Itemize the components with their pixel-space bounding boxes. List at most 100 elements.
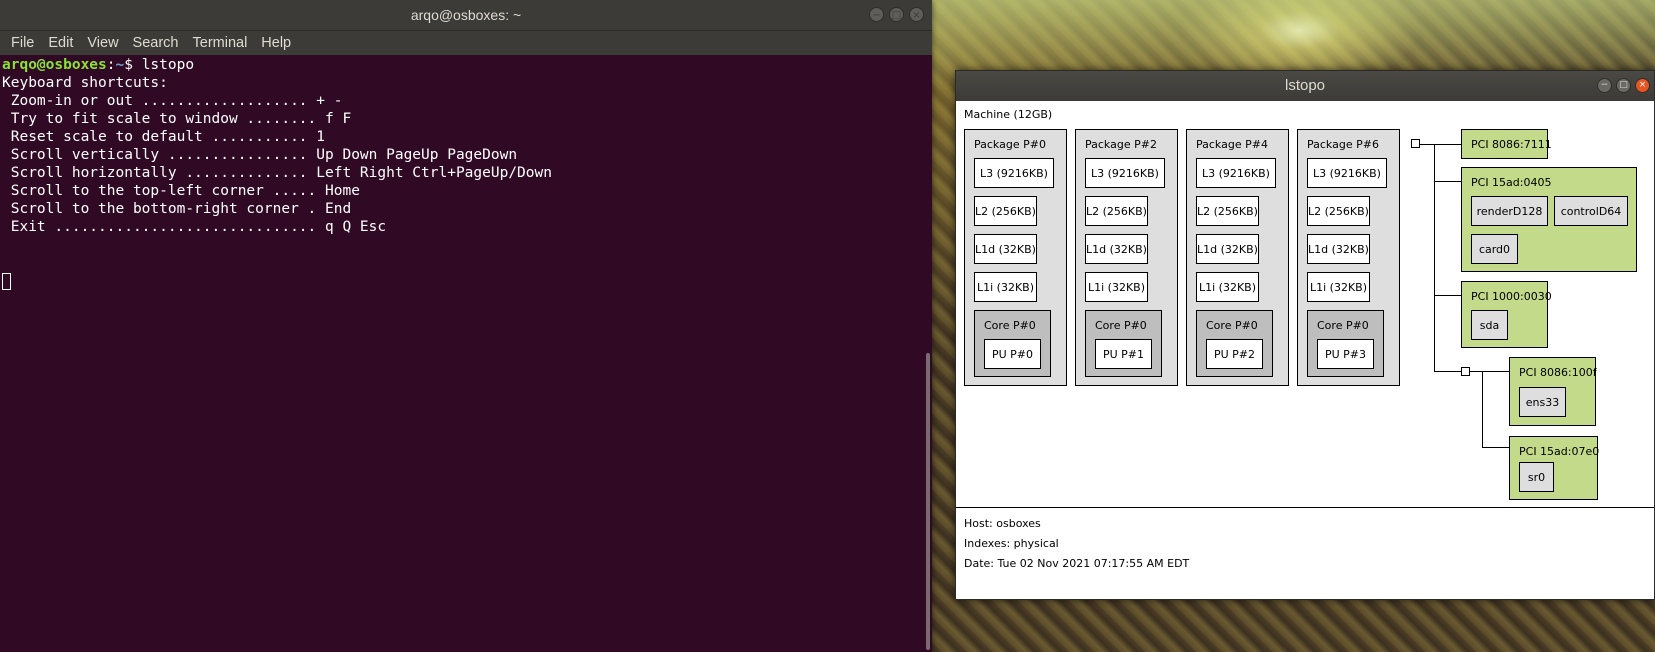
l1i-label: L1i (32KB) — [1309, 281, 1368, 294]
l1d-cache: L1d (32KB) — [1196, 234, 1259, 264]
core-box: Core P#0 PU P#1 — [1085, 310, 1162, 377]
bus-line — [1434, 371, 1461, 372]
output-line: Scroll to the bottom-right corner . End — [2, 201, 352, 217]
package-label: Package P#2 — [1085, 138, 1157, 151]
command-text: lstopo — [141, 57, 195, 73]
prompt-separator: : — [106, 57, 116, 73]
output-line: Exit .............................. q Q … — [2, 219, 387, 235]
pu-label: PU P#0 — [991, 348, 1034, 361]
l1i-label: L1i (32KB) — [976, 281, 1035, 294]
prompt-line: arqo@osboxes:~$ lstopo — [2, 56, 926, 74]
bus-line — [1482, 447, 1509, 448]
legend-indexes: Indexes: physical — [964, 537, 1059, 550]
os-device: controlD64 — [1554, 196, 1628, 226]
l1i-cache: L1i (32KB) — [974, 272, 1037, 302]
core-label: Core P#0 — [1317, 319, 1369, 332]
os-device: renderD128 — [1471, 196, 1548, 226]
l3-cache: L3 (9216KB) — [974, 158, 1054, 188]
prompt-path: ~ — [115, 57, 125, 73]
bus-line — [1434, 144, 1435, 371]
l1d-label: L1d (32KB) — [975, 243, 1036, 256]
os-device: sr0 — [1519, 462, 1554, 492]
l1i-cache: L1i (32KB) — [1085, 272, 1148, 302]
core-label: Core P#0 — [1095, 319, 1147, 332]
terminal-output[interactable]: arqo@osboxes:~$ lstopo Keyboard shortcuts… — [0, 55, 926, 652]
prompt-end: $ — [124, 57, 142, 73]
minimize-button[interactable]: − — [869, 7, 884, 22]
pci-device: PCI 8086:7111 — [1461, 129, 1552, 159]
scrollbar-thumb[interactable] — [926, 353, 930, 650]
bus-line — [1482, 371, 1509, 372]
menu-search[interactable]: Search — [128, 35, 184, 51]
output-line: Zoom-in or out ................... + - — [2, 93, 343, 109]
l1d-cache: L1d (32KB) — [974, 234, 1037, 264]
maximize-button[interactable]: □ — [1616, 78, 1631, 93]
terminal-titlebar[interactable]: arqo@osboxes: ~ − □ × — [0, 0, 932, 31]
bus-line — [1470, 371, 1482, 372]
legend-separator — [956, 507, 1654, 508]
os-device: ens33 — [1519, 387, 1566, 417]
output-line: Reset scale to default ........... 1 — [2, 129, 326, 145]
close-button[interactable]: × — [909, 7, 924, 22]
package-box: Package P#2 L3 (9216KB) L2 (256KB) L1d (… — [1075, 129, 1178, 386]
l3-label: L3 (9216KB) — [1313, 167, 1381, 180]
pci-label: PCI 15ad:07e0 — [1519, 445, 1600, 458]
package-label: Package P#4 — [1196, 138, 1268, 151]
l1i-cache: L1i (32KB) — [1196, 272, 1259, 302]
core-label: Core P#0 — [984, 319, 1036, 332]
topology-canvas[interactable]: Machine (12GB) Package P#0 L3 (9216KB) L… — [956, 101, 1654, 599]
menu-terminal[interactable]: Terminal — [188, 35, 253, 51]
close-button[interactable]: × — [1635, 78, 1650, 93]
terminal-scrollbar[interactable] — [924, 55, 932, 652]
output-line: Keyboard shortcuts: — [2, 75, 168, 91]
terminal-cursor — [2, 272, 11, 290]
pu-label: PU P#1 — [1102, 348, 1145, 361]
lstopo-titlebar[interactable]: lstopo − □ × — [956, 71, 1654, 101]
terminal-window[interactable]: arqo@osboxes: ~ − □ × File Edit View Sea… — [0, 0, 932, 652]
l1d-label: L1d (32KB) — [1086, 243, 1147, 256]
bus-line — [1420, 144, 1434, 145]
l3-cache: L3 (9216KB) — [1307, 158, 1387, 188]
prompt-user: arqo@osboxes — [2, 57, 107, 73]
lstopo-title: lstopo — [1284, 77, 1326, 94]
l3-cache: L3 (9216KB) — [1196, 158, 1276, 188]
bus-line — [1482, 371, 1483, 447]
lstopo-window[interactable]: lstopo − □ × Machine (12GB) Package P#0 … — [955, 70, 1655, 600]
package-box: Package P#4 L3 (9216KB) L2 (256KB) L1d (… — [1186, 129, 1289, 386]
pu-label: PU P#3 — [1324, 348, 1367, 361]
menu-file[interactable]: File — [6, 35, 39, 51]
pci-label: PCI 8086:7111 — [1471, 138, 1552, 151]
legend-host: Host: osboxes — [964, 517, 1041, 530]
l2-label: L2 (256KB) — [1197, 205, 1258, 218]
menu-view[interactable]: View — [82, 35, 123, 51]
menu-help[interactable]: Help — [256, 35, 296, 51]
package-box: Package P#0 L3 (9216KB) L2 (256KB) L1d (… — [964, 129, 1067, 386]
os-device-label: sr0 — [1527, 471, 1546, 484]
os-device: sda — [1471, 310, 1508, 340]
minimize-button[interactable]: − — [1597, 78, 1612, 93]
output-line: Try to fit scale to window ........ f F — [2, 111, 352, 127]
menu-edit[interactable]: Edit — [43, 35, 78, 51]
pci-label: PCI 1000:0030 — [1471, 290, 1552, 303]
os-device: card0 — [1471, 234, 1518, 264]
l3-cache: L3 (9216KB) — [1085, 158, 1165, 188]
pci-label: PCI 15ad:0405 — [1471, 176, 1552, 189]
l1i-label: L1i (32KB) — [1087, 281, 1146, 294]
core-box: Core P#0 PU P#3 — [1307, 310, 1384, 377]
output-line: Scroll horizontally .............. Left … — [2, 165, 552, 181]
maximize-button[interactable]: □ — [889, 7, 904, 22]
l3-label: L3 (9216KB) — [1091, 167, 1159, 180]
host-bridge — [1411, 139, 1420, 148]
pci-device: PCI 15ad:07e0 sr0 — [1509, 436, 1600, 500]
os-device-label: sda — [1479, 319, 1500, 332]
l1i-cache: L1i (32KB) — [1307, 272, 1370, 302]
l3-label: L3 (9216KB) — [980, 167, 1048, 180]
pu-box: PU P#0 — [984, 339, 1041, 369]
pci-bridge — [1461, 367, 1470, 376]
pci-device: PCI 8086:100f ens33 — [1509, 357, 1597, 426]
bus-line — [1434, 144, 1461, 145]
core-box: Core P#0 PU P#0 — [974, 310, 1051, 377]
os-device-label: renderD128 — [1476, 205, 1543, 218]
